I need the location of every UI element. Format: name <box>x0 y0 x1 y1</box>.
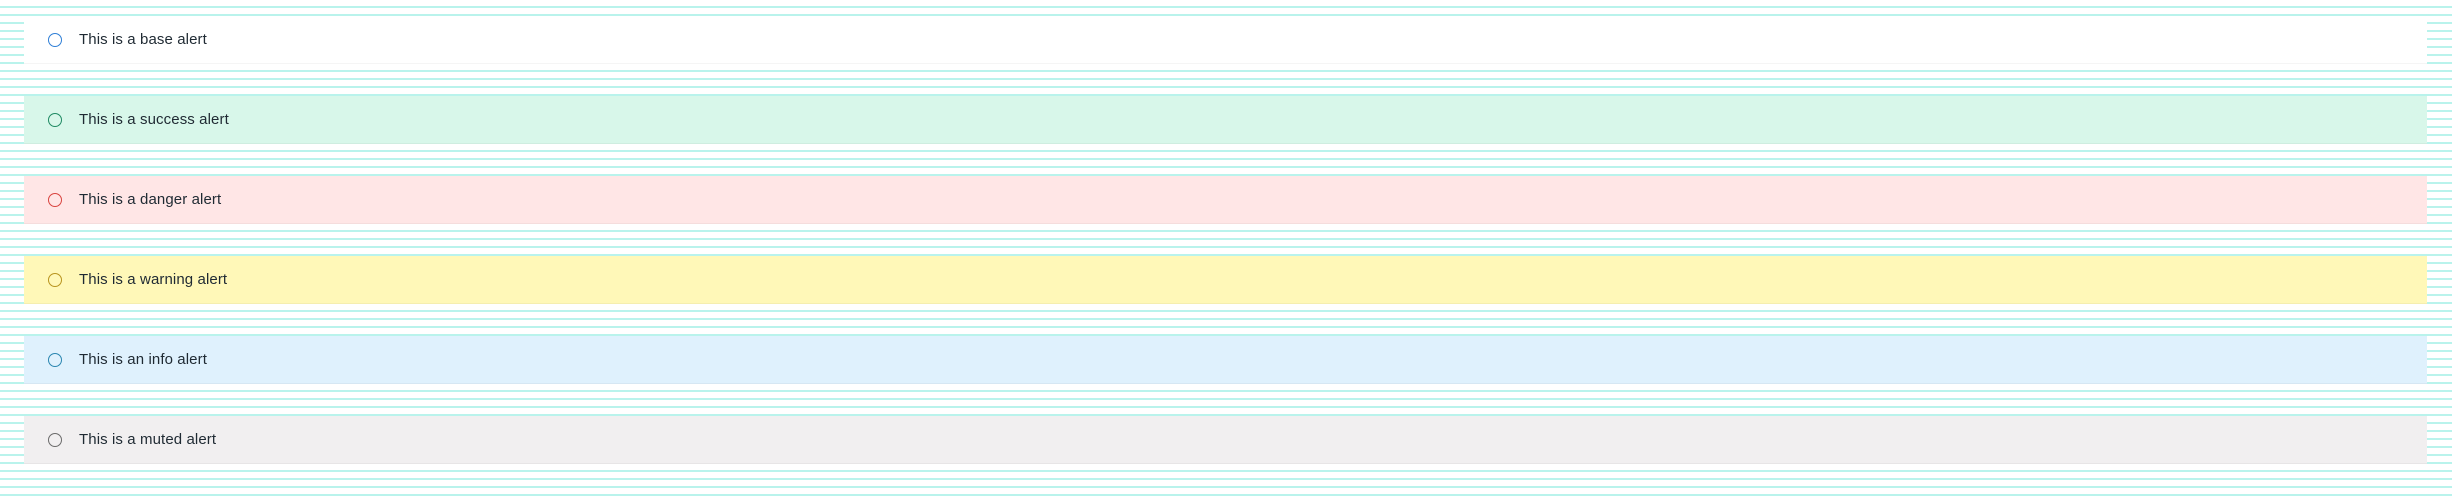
alert-text: This is an info alert <box>79 351 207 368</box>
alert-success: This is a success alert <box>24 96 2427 144</box>
alert-text: This is a danger alert <box>79 191 222 208</box>
circle-icon <box>48 272 62 287</box>
circle-icon <box>48 32 62 47</box>
alert-base: This is a base alert <box>24 16 2427 64</box>
circle-icon <box>48 112 62 127</box>
alerts-container: This is a base alert This is a success a… <box>24 16 2427 464</box>
alert-text: This is a success alert <box>79 111 229 128</box>
alert-muted: This is a muted alert <box>24 416 2427 464</box>
alert-text: This is a warning alert <box>79 271 228 288</box>
circle-icon <box>48 432 62 447</box>
alert-text: This is a muted alert <box>79 431 217 448</box>
circle-icon <box>48 192 62 207</box>
alert-text: This is a base alert <box>79 31 207 48</box>
circle-icon <box>48 352 62 367</box>
alert-danger: This is a danger alert <box>24 176 2427 224</box>
alert-warning: This is a warning alert <box>24 256 2427 304</box>
alert-info: This is an info alert <box>24 336 2427 384</box>
